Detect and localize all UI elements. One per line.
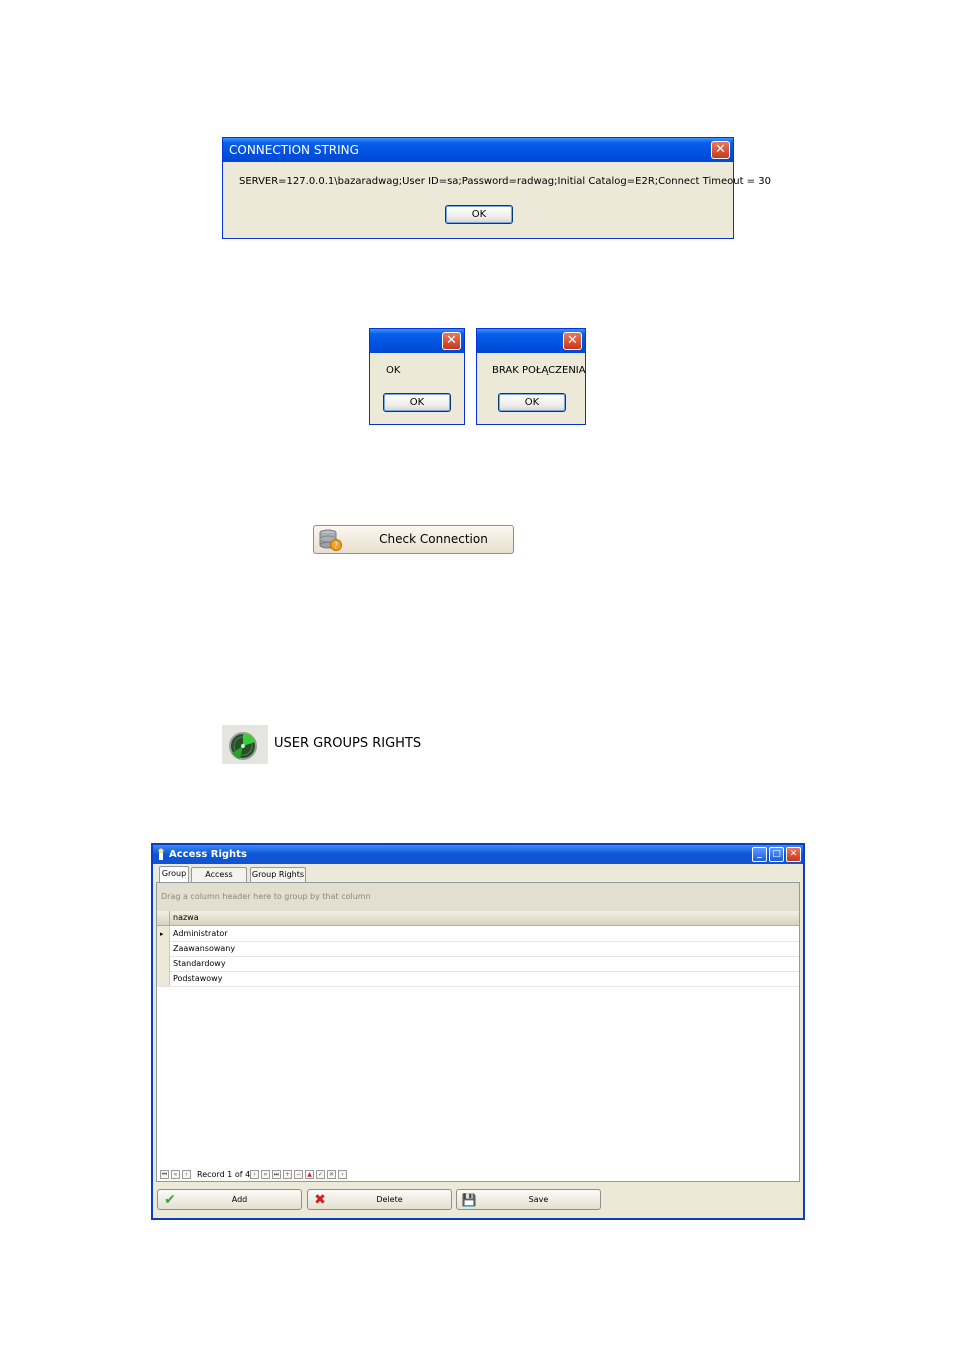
close-icon[interactable]: ✕ — [711, 141, 730, 159]
refresh-icon[interactable]: ‹ — [338, 1170, 347, 1179]
group-by-area[interactable]: Drag a column header here to group by th… — [157, 883, 799, 912]
add-label: Add — [231, 1195, 248, 1204]
add-button[interactable]: ✔ Add — [157, 1189, 302, 1210]
svg-text:?: ? — [334, 541, 338, 550]
row-indicator: ▸ — [157, 926, 170, 941]
table-cell: Administrator — [173, 929, 228, 938]
check-connection-label: Check Connection — [379, 532, 488, 546]
table-cell: Podstawowy — [173, 974, 223, 983]
row-indicator — [157, 941, 170, 956]
table-cell: Zaawansowany — [173, 944, 236, 953]
save-button[interactable]: 💾 Save — [456, 1189, 601, 1210]
no-connection-dialog: ✕ BRAK POŁĄCZENIA OK — [476, 328, 586, 425]
tab-group-rights[interactable]: Group Rights — [250, 867, 306, 882]
dialog-title: CONNECTION STRING — [229, 143, 359, 157]
connection-string-dialog: CONNECTION STRING ✕ SERVER=127.0.0.1\baz… — [222, 137, 771, 239]
dialog-title-bar[interactable]: ✕ — [370, 329, 464, 353]
close-icon[interactable]: ✕ — [563, 332, 582, 350]
connection-string-text: SERVER=127.0.0.1\bazaradwag;User ID=sa;P… — [239, 176, 771, 187]
record-navigator: ⏮ « ‹ Record 1 of 4 › » ⏭ + − ▲ ✓ ✕ ‹ — [157, 1168, 799, 1182]
delete-record-icon[interactable]: − — [294, 1170, 303, 1179]
save-label: Save — [528, 1195, 549, 1204]
ok-button[interactable]: OK — [498, 393, 566, 412]
group-grid-panel: Drag a column header here to group by th… — [156, 882, 800, 1182]
checkmark-icon: ✔ — [164, 1192, 176, 1208]
last-record-icon[interactable]: ⏭ — [272, 1170, 281, 1179]
ok-button[interactable]: OK — [445, 205, 513, 224]
prev-page-icon[interactable]: « — [171, 1170, 180, 1179]
table-row[interactable]: Standardowy — [157, 956, 799, 972]
table-row[interactable]: ▸ Administrator — [157, 926, 799, 942]
next-record-icon[interactable]: › — [250, 1170, 259, 1179]
database-check-icon: ? — [319, 529, 342, 551]
tab-group[interactable]: Group — [159, 866, 189, 883]
close-icon[interactable]: ✕ — [442, 332, 461, 350]
edit-icon[interactable]: ▲ — [305, 1170, 314, 1179]
user-groups-rights-label: USER GROUPS RIGHTS — [274, 736, 422, 751]
ok-dialog: ✕ OK OK — [369, 328, 465, 425]
table-row[interactable]: Zaawansowany — [157, 941, 799, 957]
row-indicator — [157, 956, 170, 971]
row-indicator-header — [157, 911, 170, 925]
cancel-edit-icon[interactable]: ✕ — [327, 1170, 336, 1179]
insert-icon[interactable]: + — [283, 1170, 292, 1179]
prev-record-icon[interactable]: ‹ — [182, 1170, 191, 1179]
table-cell: Standardowy — [173, 959, 226, 968]
save-icon: 💾 — [461, 1193, 477, 1207]
ok-button[interactable]: OK — [383, 393, 451, 412]
first-record-icon[interactable]: ⏮ — [160, 1170, 169, 1179]
dialog-title-bar[interactable]: CONNECTION STRING ✕ — [223, 138, 733, 162]
row-indicator — [157, 971, 170, 986]
window-title-bar[interactable]: Access Rights _ □ ✕ — [153, 845, 803, 864]
post-edit-icon[interactable]: ✓ — [316, 1170, 325, 1179]
window-title: Access Rights — [169, 849, 247, 860]
app-icon — [158, 848, 164, 860]
table-row[interactable]: Podstawowy — [157, 971, 799, 987]
grid-header: nazwa — [157, 911, 799, 926]
user-groups-rights-button[interactable] — [222, 725, 268, 764]
delete-x-icon: ✖ — [314, 1192, 326, 1208]
record-counter: Record 1 of 4 — [197, 1170, 251, 1179]
tab-access-rights[interactable]: Access Rights — [191, 867, 247, 893]
dialog-title-bar[interactable]: ✕ — [477, 329, 585, 353]
access-rights-window: Access Rights _ □ ✕ Group Access Rights … — [151, 843, 805, 1220]
action-bar: ✔ Add ✖ Delete 💾 Save — [156, 1186, 800, 1214]
close-icon[interactable]: ✕ — [786, 847, 801, 862]
current-row-icon: ▸ — [160, 930, 164, 938]
no-connection-message: BRAK POŁĄCZENIA — [492, 365, 586, 376]
column-header-nazwa[interactable]: nazwa — [173, 911, 199, 925]
minimize-icon[interactable]: _ — [752, 847, 767, 862]
radar-icon — [229, 732, 257, 760]
delete-button[interactable]: ✖ Delete — [307, 1189, 452, 1210]
delete-label: Delete — [376, 1195, 403, 1204]
next-page-icon[interactable]: » — [261, 1170, 270, 1179]
ok-message: OK — [386, 365, 401, 376]
check-connection-button[interactable]: ? Check Connection — [313, 525, 514, 554]
maximize-icon[interactable]: □ — [769, 847, 784, 862]
